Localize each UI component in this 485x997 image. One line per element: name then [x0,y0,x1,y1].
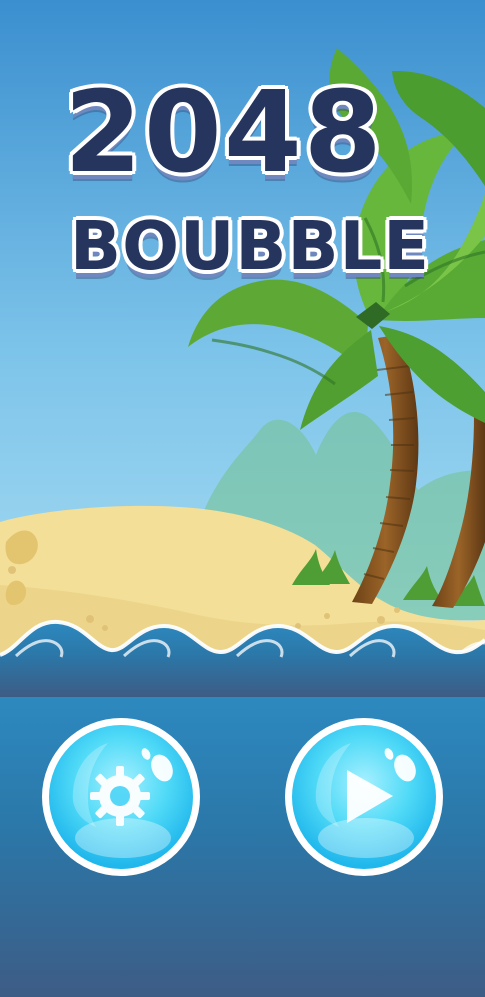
settings-bubble-icon [42,718,200,876]
game-start-screen: 2048 BOUBBLE [0,0,485,997]
title-word: BOUBBLE [70,207,431,285]
gear-icon [90,766,150,826]
settings-button[interactable] [40,716,202,878]
title-number: 2048 [64,68,384,198]
game-title: 2048 BOUBBLE [0,74,485,294]
play-button[interactable] [283,716,445,878]
play-bubble-icon [285,718,443,876]
